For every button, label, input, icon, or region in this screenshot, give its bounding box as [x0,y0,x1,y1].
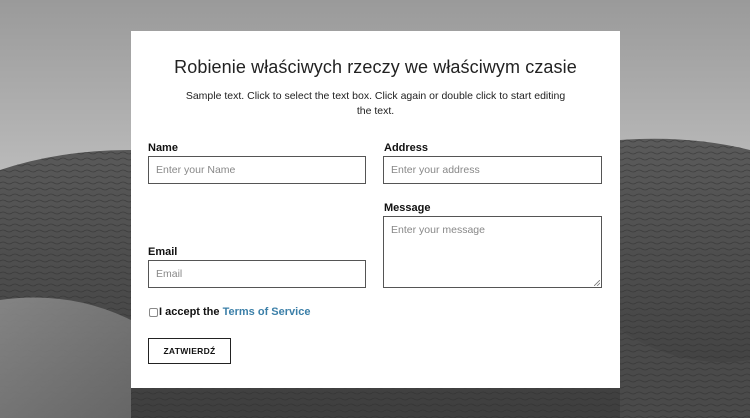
address-label: Address [384,142,429,154]
address-placeholder: Enter your address [391,164,480,176]
message-placeholder: Enter your message [391,224,485,236]
submit-button[interactable]: ZATWIERDŹ [148,338,231,364]
email-label: Email [148,246,178,258]
email-placeholder: Email [156,268,183,280]
terms-consent-text: I accept the Terms of Service [159,306,310,318]
terms-of-service-link[interactable]: Terms of Service [223,306,311,318]
subtitle-text: Sample text. Click to select the text bo… [185,90,566,117]
name-input[interactable]: Enter your Name [148,156,366,184]
message-label: Message [384,202,431,214]
terms-prefix: I accept the [159,306,220,318]
address-input[interactable]: Enter your address [383,156,602,184]
page-title: Robienie właściwych rzeczy we właściwym … [174,57,577,77]
resize-handle-icon[interactable] [594,280,600,286]
contact-form-card: Robienie właściwych rzeczy we właściwym … [131,31,620,388]
email-input[interactable]: Email [148,260,366,288]
message-textarea[interactable]: Enter your message [383,216,602,288]
name-placeholder: Enter your Name [156,164,236,176]
name-label: Name [148,142,178,154]
terms-checkbox[interactable] [149,308,158,317]
